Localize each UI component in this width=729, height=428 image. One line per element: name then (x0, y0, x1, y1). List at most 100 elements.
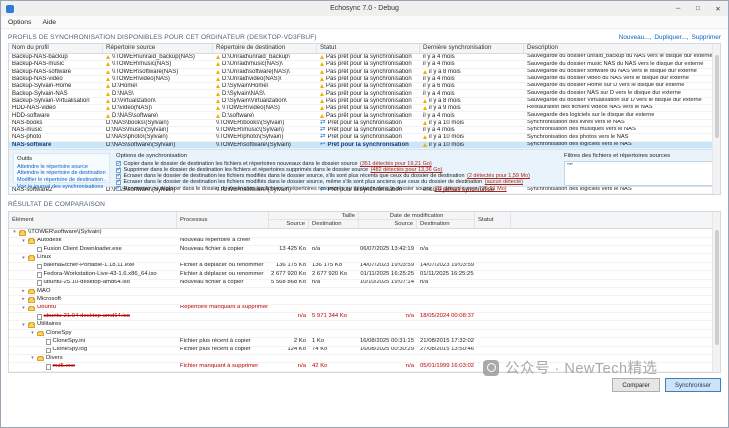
profile-row-Backup-NAS-music[interactable]: Backup-NAS-music \\TOWER\music(NAS) D:\U… (9, 61, 720, 68)
caret-icon[interactable]: ▸ (21, 289, 26, 294)
column-header[interactable]: Dernière synchronisation (420, 44, 524, 53)
compare-row[interactable]: ▾Ubuntu Répertoire manquant à supprimer (9, 305, 720, 313)
size-source-cell (269, 254, 309, 261)
column-header[interactable]: Description (524, 44, 720, 53)
compare-row[interactable]: CloneSpy.log Fichier plus récent à copie… (9, 347, 720, 355)
profile-detail-panel: Outils Atteindre le répertoire sourceAtt… (9, 149, 720, 187)
caret-icon[interactable]: ▸ (21, 297, 26, 302)
action-link[interactable]: Dupliquer... (654, 34, 688, 41)
column-header-size[interactable]: Taille (269, 212, 359, 220)
compare-row[interactable]: ▾Linux (9, 254, 720, 262)
status-cell (475, 330, 511, 337)
profile-row-Backup-Sylvain-Virtualisation[interactable]: Backup-Sylvain-Virtualisation D:\Virtual… (9, 98, 720, 105)
checkbox-icon[interactable] (116, 174, 121, 179)
profile-source: D:\NAS\software\ (103, 112, 213, 118)
compare-row[interactable]: ▾Autodesk Nouveau répertoire à créer (9, 238, 720, 246)
profile-status: ⇄Prêt pour la synchronisation (317, 187, 420, 193)
profile-row-NAS-photo[interactable]: NAS-photo D:\NAS\photo\(Sylvain) \\TOWER… (9, 134, 720, 141)
profile-row-NAS-software[interactable]: NAS-software D:\NAS\software\(Sylvain) \… (9, 142, 720, 149)
compare-row[interactable]: Fedora-Workstation-Live-43-1.6.x86_64.is… (9, 271, 720, 279)
checkbox-icon[interactable] (116, 186, 121, 191)
filler-cell (511, 229, 720, 236)
column-header-status[interactable]: Statut (475, 212, 511, 228)
menu-aide[interactable]: Aide (42, 19, 56, 26)
column-header-size-source[interactable]: Source (269, 220, 309, 228)
column-header[interactable]: Statut (317, 44, 420, 53)
profile-name: Backup-NAS-backup (9, 54, 103, 60)
caret-icon[interactable]: ▾ (21, 323, 26, 328)
column-header-size-destination[interactable]: Destination (309, 220, 359, 228)
main-content: PROFILS DE SYNCHRONISATION DISPONIBLES P… (1, 29, 728, 373)
process-cell (177, 330, 269, 337)
compare-row[interactable]: ▸MAO (9, 288, 720, 296)
column-header-date-destination[interactable]: Destination (417, 220, 475, 228)
maximize-button[interactable]: □ (688, 1, 708, 16)
compare-row[interactable]: ubuntu-25.10-desktop-amd64.iso Nouveau f… (9, 280, 720, 288)
caret-icon[interactable]: ▾ (21, 239, 26, 244)
caret-icon[interactable]: ▾ (12, 230, 17, 235)
profile-row-Backup-NAS-backup[interactable]: Backup-NAS-backup \\TOWER\unraid_backup(… (9, 54, 720, 61)
checkbox-icon[interactable] (116, 180, 121, 185)
minimize-button[interactable]: ─ (668, 1, 688, 16)
compare-row[interactable]: ▾Utilitaires (9, 321, 720, 329)
column-header[interactable]: Nom du profil (9, 44, 103, 53)
profile-name: Backup-Sylvain-NAS (9, 90, 103, 96)
compare-row[interactable]: ▾\\TOWER\software\(Sylvain) (9, 229, 720, 237)
caret-icon[interactable]: ▾ (30, 331, 35, 336)
warning-icon (320, 99, 324, 103)
tool-link[interactable]: Atteindre le répertoire source (17, 164, 106, 171)
sync-ready-icon: ⇄ (320, 134, 325, 140)
scrollbar-thumb[interactable] (715, 55, 719, 138)
profile-status: Pas prêt pour la synchronisation (317, 105, 420, 111)
profile-row-Backup-NAS-software[interactable]: Backup-NAS-software \\TOWER\software(NAS… (9, 69, 720, 76)
checkbox-icon[interactable] (116, 168, 121, 173)
warning-icon (106, 77, 110, 81)
column-header-date[interactable]: Date de modification (359, 212, 475, 220)
profile-row-HDD-NAS-video[interactable]: HDD-NAS-video D:\video(NAS)\ \\TOWER\vid… (9, 105, 720, 112)
caret-icon[interactable]: ▾ (21, 256, 26, 261)
compare-row[interactable]: balenaEtcher-Portable-1.18.11.exe Fichie… (9, 263, 720, 271)
profile-row-HDD-software[interactable]: HDD-software D:\NAS\software\ D:\softwar… (9, 112, 720, 119)
profile-row-Backup-NAS-video[interactable]: Backup-NAS-video \\TOWER\video(NAS) D:\U… (9, 76, 720, 83)
action-link[interactable]: Nouveau... (619, 34, 652, 41)
column-header-date-source[interactable]: Source (359, 220, 417, 228)
status-cell (475, 271, 511, 278)
compare-row[interactable]: CloneSpy.ini Fichier plus récent à copie… (9, 338, 720, 346)
compare-button[interactable]: Comparer (612, 378, 660, 392)
date-source-cell (359, 288, 417, 295)
tool-link[interactable]: Atteindre le répertoire de destination (17, 170, 106, 177)
action-link[interactable]: Supprimer (692, 34, 721, 41)
profile-destination: D:\Unraid\music(NAS)\ (213, 61, 317, 67)
synchronize-button[interactable]: Synchroniser (665, 378, 721, 392)
column-header-element[interactable]: Élément (9, 212, 177, 228)
column-header[interactable]: Répertoire source (103, 44, 213, 53)
filler-cell (511, 288, 720, 295)
compare-row[interactable]: ▾CloneSpy (9, 330, 720, 338)
compare-row[interactable]: ubuntu-21.04-desktop-amd64.iso n/a 5 971… (9, 313, 720, 321)
process-cell: Fichier à déplacer ou renommer (177, 263, 269, 270)
column-header[interactable]: Répertoire de destination (213, 44, 317, 53)
size-source-cell (269, 229, 309, 236)
column-header-process[interactable]: Processus (177, 212, 269, 228)
checkbox-icon[interactable] (116, 161, 121, 166)
filler-cell (511, 280, 720, 287)
compare-scrollbar[interactable] (712, 212, 720, 372)
date-source-cell (359, 330, 417, 337)
compare-row[interactable]: ▸Microsoft (9, 296, 720, 304)
tool-link[interactable]: Modifier le répertoire de destination... (17, 177, 106, 184)
date-source-cell: 06/07/2025 13:42:19 (359, 246, 417, 253)
menu-options[interactable]: Options (8, 19, 31, 26)
caret-icon[interactable]: ▾ (30, 356, 35, 361)
profile-row-NAS-music[interactable]: NAS-music D:\NAS\music\(Sylvain) \\TOWER… (9, 127, 720, 134)
caret-icon[interactable]: ▾ (21, 306, 26, 311)
compare-row[interactable]: Fusion Client Downloader.exe Nouveau fic… (9, 246, 720, 254)
scrollbar-thumb[interactable] (715, 230, 719, 345)
profiles-scrollbar[interactable] (712, 44, 720, 194)
status-cell (475, 246, 511, 253)
profile-name: NAS-books (9, 120, 103, 126)
filters-input[interactable]: "*" (564, 161, 716, 186)
profile-row-Backup-Sylvain-Home[interactable]: Backup-Sylvain-Home D:\Home\ D:\Sylvain\… (9, 83, 720, 90)
profile-row-NAS-books[interactable]: NAS-books D:\NAS\books\(Sylvain) \\TOWER… (9, 120, 720, 127)
close-button[interactable]: ✕ (708, 1, 728, 16)
profile-row-Backup-Sylvain-NAS[interactable]: Backup-Sylvain-NAS D:\NAS\ D:\Sylvain\NA… (9, 90, 720, 97)
